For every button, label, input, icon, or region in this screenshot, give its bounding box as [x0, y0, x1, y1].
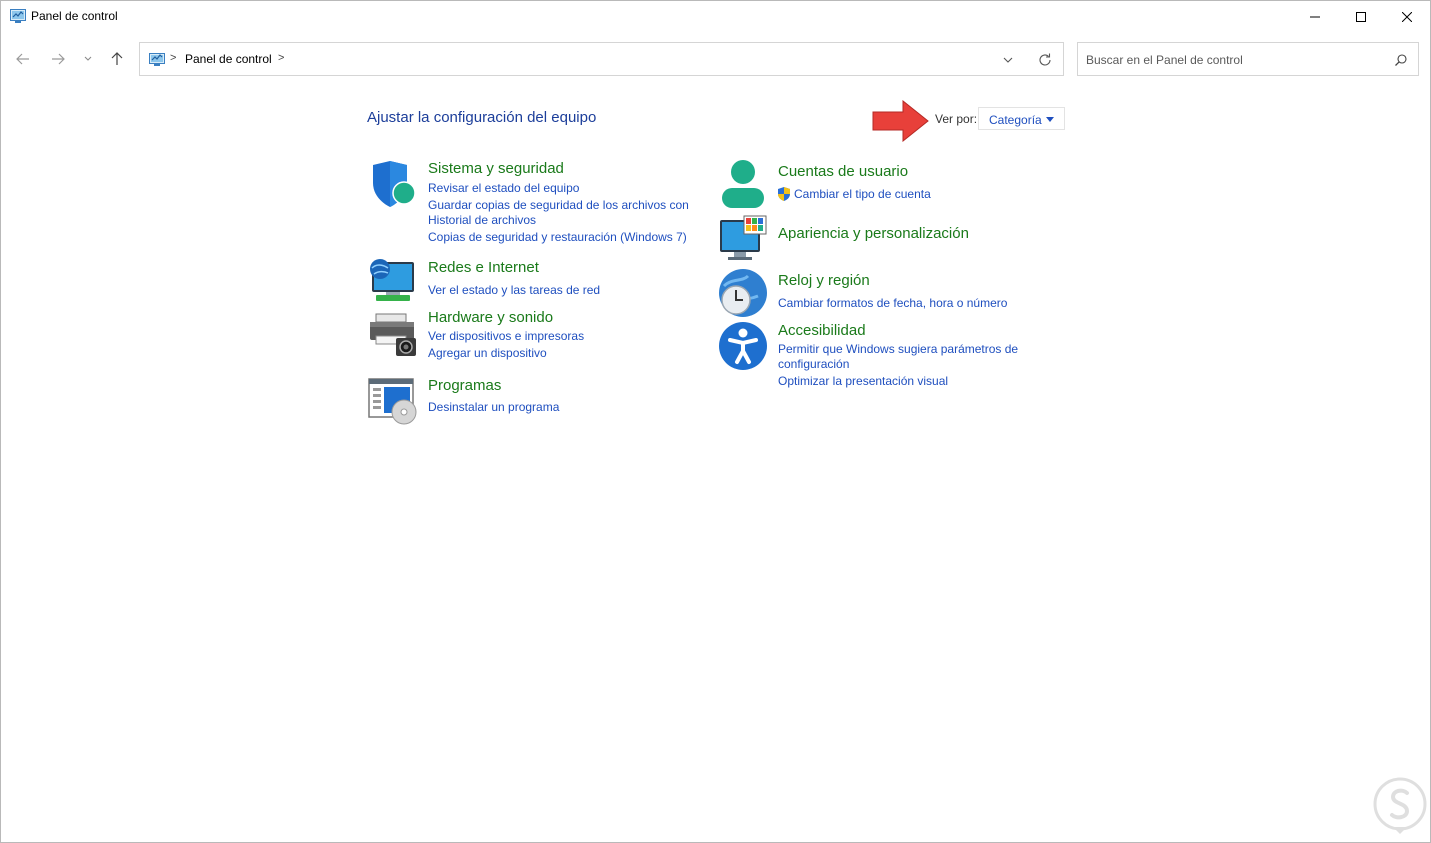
window-title: Panel de control	[31, 9, 118, 23]
accessibility-icon	[719, 322, 767, 370]
link-backup-restore[interactable]: Copias de seguridad y restauración (Wind…	[428, 230, 687, 244]
arrow-up-icon	[111, 52, 123, 65]
minimize-icon	[1310, 16, 1320, 17]
category-title-system[interactable]: Sistema y seguridad	[428, 160, 564, 177]
appearance-monitor-icon	[720, 215, 767, 260]
category-accessibility: Accesibilidad Permitir que Windows sugie…	[718, 321, 1048, 391]
caret-down-icon	[1046, 117, 1054, 122]
arrow-right-icon	[52, 53, 65, 65]
forward-button[interactable]	[46, 47, 70, 71]
address-bar[interactable]: > Panel de control >	[139, 42, 1064, 76]
category-hardware-sound: Hardware y sonido Ver dispositivos e imp…	[368, 308, 698, 363]
view-by-label: Ver por:	[935, 112, 978, 126]
category-title-accessibility[interactable]: Accesibilidad	[778, 322, 866, 339]
refresh-icon[interactable]	[1037, 52, 1053, 68]
minimize-button[interactable]	[1292, 1, 1338, 32]
back-button[interactable]	[11, 47, 35, 71]
chevron-down-icon	[84, 56, 92, 61]
maximize-icon	[1356, 11, 1366, 22]
link-optimize-visual[interactable]: Optimizar la presentación visual	[778, 374, 948, 388]
arrow-left-icon	[16, 53, 29, 65]
maximize-button[interactable]	[1338, 1, 1384, 32]
breadcrumb-separator[interactable]: >	[278, 52, 284, 64]
category-title-programs[interactable]: Programas	[428, 377, 501, 394]
breadcrumb-separator[interactable]: >	[170, 52, 176, 64]
printer-icon	[370, 313, 416, 356]
up-button[interactable]	[105, 47, 129, 71]
red-arrow-annotation	[872, 100, 929, 142]
chevron-down-icon[interactable]	[1001, 53, 1015, 67]
network-monitor-icon	[370, 259, 414, 301]
link-suggest-settings[interactable]: Permitir que Windows sugiera parámetros …	[778, 342, 1018, 356]
category-title-users[interactable]: Cuentas de usuario	[778, 163, 908, 180]
category-title-appearance[interactable]: Apariencia y personalización	[778, 225, 969, 242]
page-title: Ajustar la configuración del equipo	[367, 109, 597, 126]
close-icon	[1402, 11, 1412, 22]
watermark-logo	[1373, 777, 1427, 834]
view-by-value[interactable]: Categoría	[989, 113, 1042, 127]
category-network: Redes e Internet Ver el estado y las tar…	[368, 256, 698, 306]
link-change-formats[interactable]: Cambiar formatos de fecha, hora o número	[778, 296, 1007, 310]
control-panel-window: Panel de control > Panel de control > Bu…	[0, 0, 1431, 843]
breadcrumb-control-panel[interactable]: Panel de control	[185, 52, 272, 66]
link-file-history[interactable]: Historial de archivos	[428, 213, 536, 227]
link-add-device[interactable]: Agregar un dispositivo	[428, 346, 547, 360]
link-review-status[interactable]: Revisar el estado del equipo	[428, 181, 579, 195]
category-system-security: Sistema y seguridad Revisar el estado de…	[368, 159, 698, 245]
category-title-hardware[interactable]: Hardware y sonido	[428, 309, 553, 326]
category-appearance: Apariencia y personalización	[718, 214, 1048, 262]
search-icon[interactable]	[1394, 53, 1408, 67]
link-network-status[interactable]: Ver el estado y las tareas de red	[428, 283, 600, 297]
category-user-accounts: Cuentas de usuario Cambiar el tipo de cu…	[718, 159, 1048, 209]
view-by-dropdown[interactable]: Categoría	[978, 107, 1065, 130]
title-bar: Panel de control	[1, 1, 1430, 32]
recent-locations-button[interactable]	[78, 47, 98, 71]
clock-globe-icon	[719, 269, 767, 317]
shield-icon	[373, 161, 416, 207]
link-devices-printers[interactable]: Ver dispositivos e impresoras	[428, 329, 584, 343]
category-title-network[interactable]: Redes e Internet	[428, 259, 539, 276]
uac-shield-icon	[778, 187, 790, 201]
category-title-clock[interactable]: Reloj y región	[778, 272, 870, 289]
user-icon	[722, 160, 764, 208]
link-backup-file-history[interactable]: Guardar copias de seguridad de los archi…	[428, 198, 689, 212]
search-box[interactable]	[1077, 42, 1419, 76]
control-panel-icon	[149, 53, 165, 66]
link-change-account-type[interactable]: Cambiar el tipo de cuenta	[794, 187, 931, 201]
control-panel-icon	[10, 9, 26, 23]
search-input[interactable]	[1086, 51, 1386, 68]
category-clock-region: Reloj y región Cambiar formatos de fecha…	[718, 268, 1048, 318]
close-button[interactable]	[1384, 1, 1430, 32]
programs-icon	[368, 378, 417, 425]
link-suggest-settings-cont[interactable]: configuración	[778, 357, 849, 371]
category-programs: Programas Desinstalar un programa	[368, 376, 698, 426]
link-uninstall-program[interactable]: Desinstalar un programa	[428, 400, 559, 414]
